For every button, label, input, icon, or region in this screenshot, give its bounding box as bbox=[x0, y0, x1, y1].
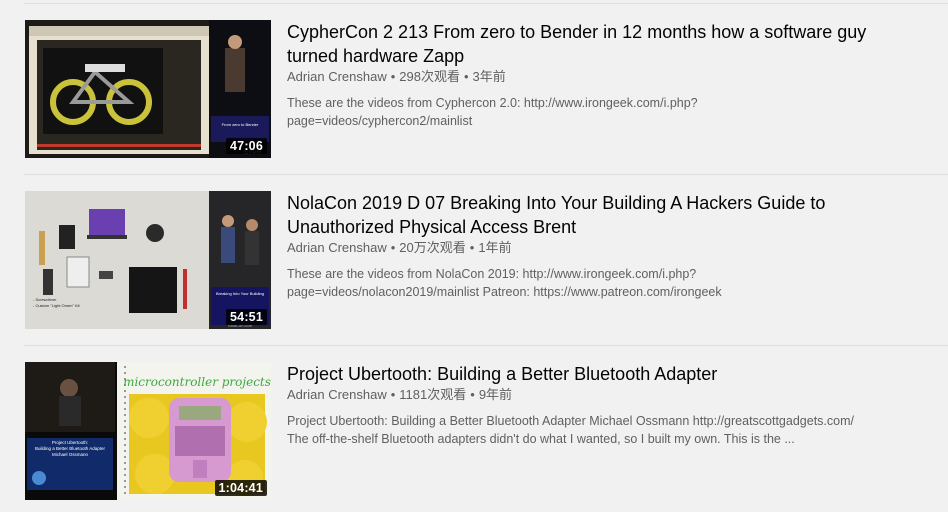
upload-age: 9年前 bbox=[478, 387, 513, 402]
channel-name[interactable]: Adrian Crenshaw bbox=[287, 240, 387, 255]
video-meta: NolaCon 2019 D 07 Breaking Into Your Bui… bbox=[287, 191, 887, 301]
description-line: Project Ubertooth: Building a Better Blu… bbox=[287, 414, 854, 428]
channel-name[interactable]: Adrian Crenshaw bbox=[287, 387, 387, 402]
divider bbox=[24, 3, 948, 4]
svg-text:From zero to Bender: From zero to Bender bbox=[222, 122, 259, 127]
description-line: page=videos/cyphercon2/mainlist bbox=[287, 114, 473, 128]
separator-dot: • bbox=[470, 387, 475, 402]
video-description: These are the videos from NolaCon 2019: … bbox=[287, 265, 887, 301]
video-thumbnail[interactable]: From zero to Bender CYPH 47:06 bbox=[25, 20, 271, 158]
video-result[interactable]: From zero to Bender CYPH 47:06 CypherCon… bbox=[0, 20, 948, 160]
divider bbox=[24, 174, 948, 175]
video-meta: Project Ubertooth: Building a Better Blu… bbox=[287, 362, 887, 448]
video-byline: Adrian Crenshaw • 298次观看 • 3年前 bbox=[287, 68, 887, 86]
video-thumbnail[interactable]: - Screwdriver - Custom "Light Omen" Kit … bbox=[25, 191, 271, 329]
svg-text:Building a Better Bluetooth Ad: Building a Better Bluetooth Adapter bbox=[35, 446, 106, 451]
separator-dot: • bbox=[390, 69, 396, 84]
duration-badge: 1:04:41 bbox=[214, 480, 267, 496]
separator-dot: • bbox=[390, 240, 396, 255]
separator-dot: • bbox=[390, 387, 396, 402]
upload-age: 3年前 bbox=[472, 69, 506, 84]
description-line: These are the videos from NolaCon 2019: … bbox=[287, 267, 697, 281]
svg-text:Project Ubertooth:: Project Ubertooth: bbox=[52, 440, 88, 445]
svg-text:- Screwdriver: - Screwdriver bbox=[33, 297, 57, 302]
separator-dot: • bbox=[469, 240, 475, 255]
description-line: page=videos/nolacon2019/mainlist Patreon… bbox=[287, 285, 722, 299]
video-description: Project Ubertooth: Building a Better Blu… bbox=[287, 412, 887, 448]
video-description: These are the videos from Cypher​con 2.0… bbox=[287, 94, 887, 130]
duration-badge: 47:06 bbox=[226, 138, 267, 154]
separator-dot: • bbox=[463, 69, 469, 84]
video-byline: Adrian Crenshaw • 1181次观看 • 9年前 bbox=[287, 386, 887, 404]
video-result[interactable]: Project Ubertooth: Building a Better Blu… bbox=[0, 362, 948, 502]
channel-name[interactable]: Adrian Crenshaw bbox=[287, 69, 387, 84]
video-title[interactable]: Project Ubertooth: Building a Better Blu… bbox=[287, 362, 887, 386]
svg-text:Michael Ossmann: Michael Ossmann bbox=[52, 452, 89, 457]
view-count: 298次观看 bbox=[399, 69, 460, 84]
duration-badge: 54:51 bbox=[226, 309, 267, 325]
view-count: 20万次观看 bbox=[399, 240, 466, 255]
description-line: The off-the-shelf Bluetooth adapters did… bbox=[287, 432, 795, 446]
video-thumbnail[interactable]: Project Ubertooth: Building a Better Blu… bbox=[25, 362, 271, 500]
video-title[interactable]: NolaCon 2019 D 07 Breaking Into Your Bui… bbox=[287, 191, 887, 239]
svg-text:Breaking Into Your Building: Breaking Into Your Building bbox=[216, 291, 264, 296]
description-line: These are the videos from Cypher​con 2.0… bbox=[287, 96, 698, 110]
search-results-page: From zero to Bender CYPH 47:06 CypherCon… bbox=[0, 0, 948, 512]
divider bbox=[24, 345, 948, 346]
upload-age: 1年前 bbox=[478, 240, 512, 255]
video-result[interactable]: - Screwdriver - Custom "Light Omen" Kit … bbox=[0, 191, 948, 331]
view-count: 1181次观看 bbox=[399, 387, 467, 402]
video-meta: CypherCon 2 213 From zero to Bender in 1… bbox=[287, 20, 887, 130]
svg-text:- Custom "Light Omen" Kit: - Custom "Light Omen" Kit bbox=[33, 303, 81, 308]
video-byline: Adrian Crenshaw • 20万次观看 • 1年前 bbox=[287, 239, 887, 257]
thumb-heading: microcontroller projects bbox=[123, 375, 271, 389]
video-title[interactable]: CypherCon 2 213 From zero to Bender in 1… bbox=[287, 20, 887, 68]
